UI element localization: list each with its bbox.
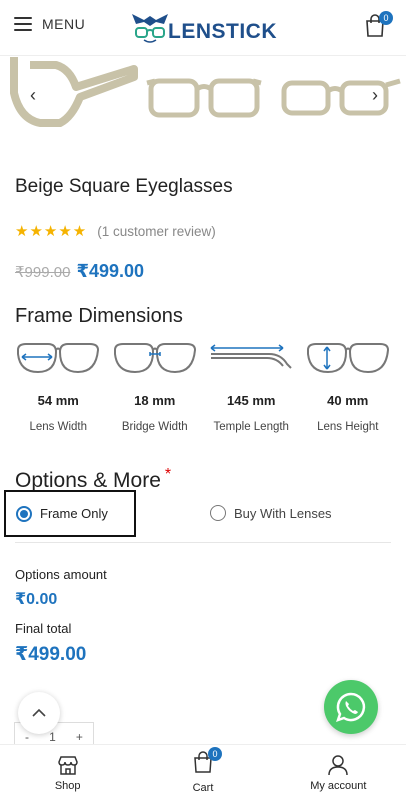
dimension-lens-width: 54 mm Lens Width [10, 338, 107, 433]
quantity-increase-button[interactable]: + [76, 730, 83, 744]
dimension-temple-length: 145 mm Temple Length [203, 338, 300, 433]
shop-icon [57, 755, 78, 775]
dimension-lens-height: 40 mm Lens Height [300, 338, 397, 433]
frame-dimensions-title: Frame Dimensions [15, 305, 183, 327]
nav-cart-count-badge: 0 [207, 747, 222, 761]
final-total-label: Final total [15, 621, 72, 636]
site-logo[interactable]: LENSTICK [130, 8, 280, 48]
nav-cart-label: Cart [192, 782, 214, 794]
nav-my-account[interactable]: My account [271, 745, 406, 800]
quantity-decrease-button[interactable]: - [25, 730, 29, 744]
dimension-value: 54 mm [37, 393, 79, 408]
menu-label: MENU [42, 16, 86, 32]
required-mark: * [164, 466, 172, 483]
lens-height-icon [306, 343, 389, 374]
nav-shop-label: Shop [54, 779, 81, 792]
menu-button[interactable]: MENU [14, 16, 85, 32]
options-title: Options & More * [15, 466, 171, 493]
dimension-label: Lens Width [29, 421, 88, 433]
gallery-prev-arrow[interactable]: ‹ [30, 85, 36, 106]
bridge-width-icon [113, 343, 196, 374]
review-count-link[interactable]: (1 customer review) [97, 224, 216, 239]
lens-width-icon [17, 343, 100, 374]
dimension-label: Lens Height [317, 421, 379, 433]
hamburger-icon [14, 17, 32, 31]
dimension-bridge-width: 18 mm Bridge Width [107, 338, 204, 433]
bottom-navigation: Shop 0 Cart My account [0, 744, 406, 800]
whatsapp-icon [336, 692, 366, 722]
nav-shop[interactable]: Shop [0, 745, 135, 800]
option-buy-with-lenses[interactable]: Buy With Lenses [210, 505, 332, 521]
regular-price: ₹999.00 [15, 264, 71, 281]
scroll-to-top-button[interactable] [18, 692, 60, 734]
final-total-value: ₹499.00 [15, 644, 87, 665]
product-title: Beige Square Eyeglasses [15, 176, 233, 197]
quantity-value[interactable]: 1 [49, 730, 56, 744]
options-amount-value: ₹0.00 [15, 591, 58, 608]
product-image-angle[interactable] [276, 57, 406, 137]
user-icon [328, 754, 349, 775]
product-image-side[interactable] [0, 57, 140, 137]
whatsapp-chat-button[interactable] [324, 680, 378, 734]
option-label: Buy With Lenses [234, 505, 332, 521]
product-price: ₹999.00 ₹499.00 [15, 261, 144, 282]
radio-unchecked-icon[interactable] [210, 505, 226, 521]
dimension-label: Bridge Width [121, 421, 188, 433]
options-amount-label: Options amount [15, 567, 107, 582]
sale-price: ₹499.00 [76, 261, 145, 281]
dimension-label: Temple Length [213, 421, 289, 433]
dimension-value: 18 mm [134, 393, 176, 408]
option-frame-only[interactable]: Frame Only [4, 490, 136, 537]
temple-length-icon [210, 344, 292, 369]
frame-dimensions-list: 54 mm Lens Width 18 mm Bridge Width 145 … [10, 338, 396, 433]
rating-stars-icon: ★★★★★ [15, 223, 88, 240]
nav-cart[interactable]: 0 Cart [135, 745, 270, 800]
header-cart-button[interactable]: 0 [364, 11, 393, 38]
product-image-front[interactable] [145, 57, 263, 137]
nav-account-label: My account [310, 779, 367, 792]
product-rating: ★★★★★ (1 customer review) [15, 222, 216, 240]
options-title-text: Options & More [15, 469, 161, 492]
radio-checked-icon[interactable] [16, 505, 32, 522]
dimension-value: 145 mm [227, 393, 276, 408]
logo-text: LENSTICK [168, 20, 277, 43]
product-gallery[interactable]: ‹ › [0, 57, 406, 137]
cart-count-badge: 0 [379, 11, 393, 25]
nav-cart-icon-wrap: 0 [192, 747, 222, 778]
option-label: Frame Only [40, 506, 108, 521]
divider [15, 542, 391, 543]
dimension-value: 40 mm [327, 393, 369, 408]
logo-glasses-icon [132, 14, 168, 43]
gallery-next-arrow[interactable]: › [372, 85, 378, 106]
site-header: MENU LENSTICK 0 [0, 0, 406, 56]
chevron-up-icon [32, 708, 46, 717]
